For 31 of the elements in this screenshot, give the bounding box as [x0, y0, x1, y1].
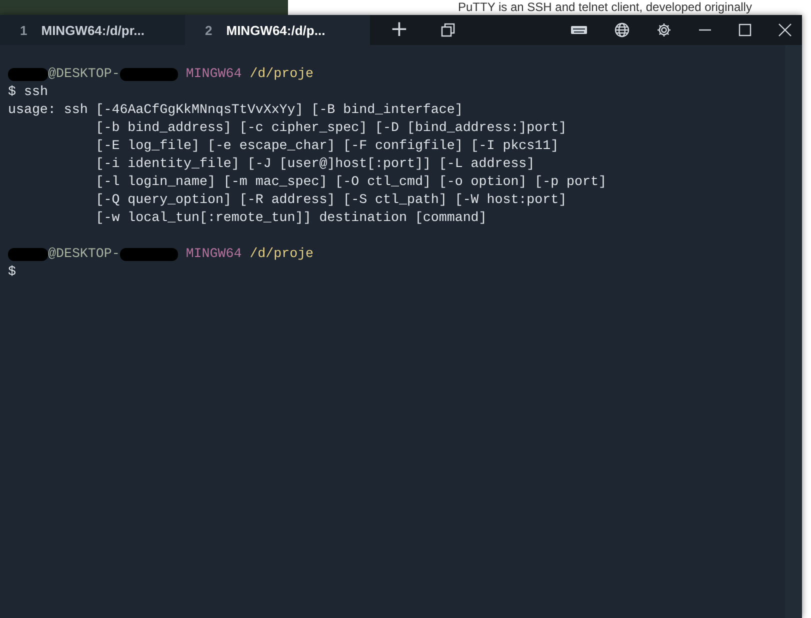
close-icon[interactable] — [778, 23, 792, 37]
prompt-sign: $ — [8, 83, 16, 101]
new-tab-button[interactable]: + — [384, 18, 414, 42]
keyboard-icon[interactable] — [570, 24, 588, 36]
scrollbar-track[interactable] — [785, 45, 802, 618]
output-line: [-Q query_option] [-R address] [-S ctl_path] [-W host:port] — [96, 191, 567, 209]
redaction-mark — [120, 248, 178, 261]
redaction-mark — [8, 68, 48, 81]
tab[interactable]: 1 MINGW64:/d/pr... — [0, 15, 185, 45]
prompt-path: /d/proje — [250, 245, 314, 263]
redaction-mark — [8, 248, 48, 261]
command-text: ssh — [24, 83, 48, 101]
output-line: [-l login_name] [-m mac_spec] [-O ctl_cmd] [-o option] [-p port] — [96, 173, 606, 191]
prompt-host: @DESKTOP- — [48, 245, 120, 263]
output-line: usage: ssh [-46AaCfGgKkMNnqsTtVvXxYy] [-B bind_interface] — [8, 101, 463, 119]
redaction-mark — [120, 68, 178, 81]
settings-icon[interactable] — [656, 22, 672, 38]
output-line: [-i identity_file] [-J [user@]host[:port]] [-L address] — [96, 155, 535, 173]
output-line: [-b bind_address] [-c cipher_spec] [-D [bind_address:]port] — [96, 119, 567, 137]
tab[interactable]: 2 MINGW64:/d/p... — [185, 15, 370, 45]
prompt-shell: MINGW64 — [186, 65, 242, 83]
maximize-icon[interactable] — [738, 23, 752, 37]
output-line: [-E log_file] [-e escape_char] [-F configfile] [-I pkcs11] — [96, 137, 559, 155]
globe-icon[interactable] — [614, 22, 630, 38]
webpage-text: PuTTY is an SSH and telnet client, developed originally — [458, 0, 752, 14]
prompt-host: @DESKTOP- — [48, 65, 120, 83]
prompt-sign: $ — [8, 263, 16, 281]
prompt-shell: MINGW64 — [186, 245, 242, 263]
prompt-path: /d/proje — [250, 65, 314, 83]
output-line: [-w local_tun[:remote_tun]] destination [command] — [96, 209, 487, 227]
tabs-overview-icon[interactable] — [440, 22, 456, 38]
